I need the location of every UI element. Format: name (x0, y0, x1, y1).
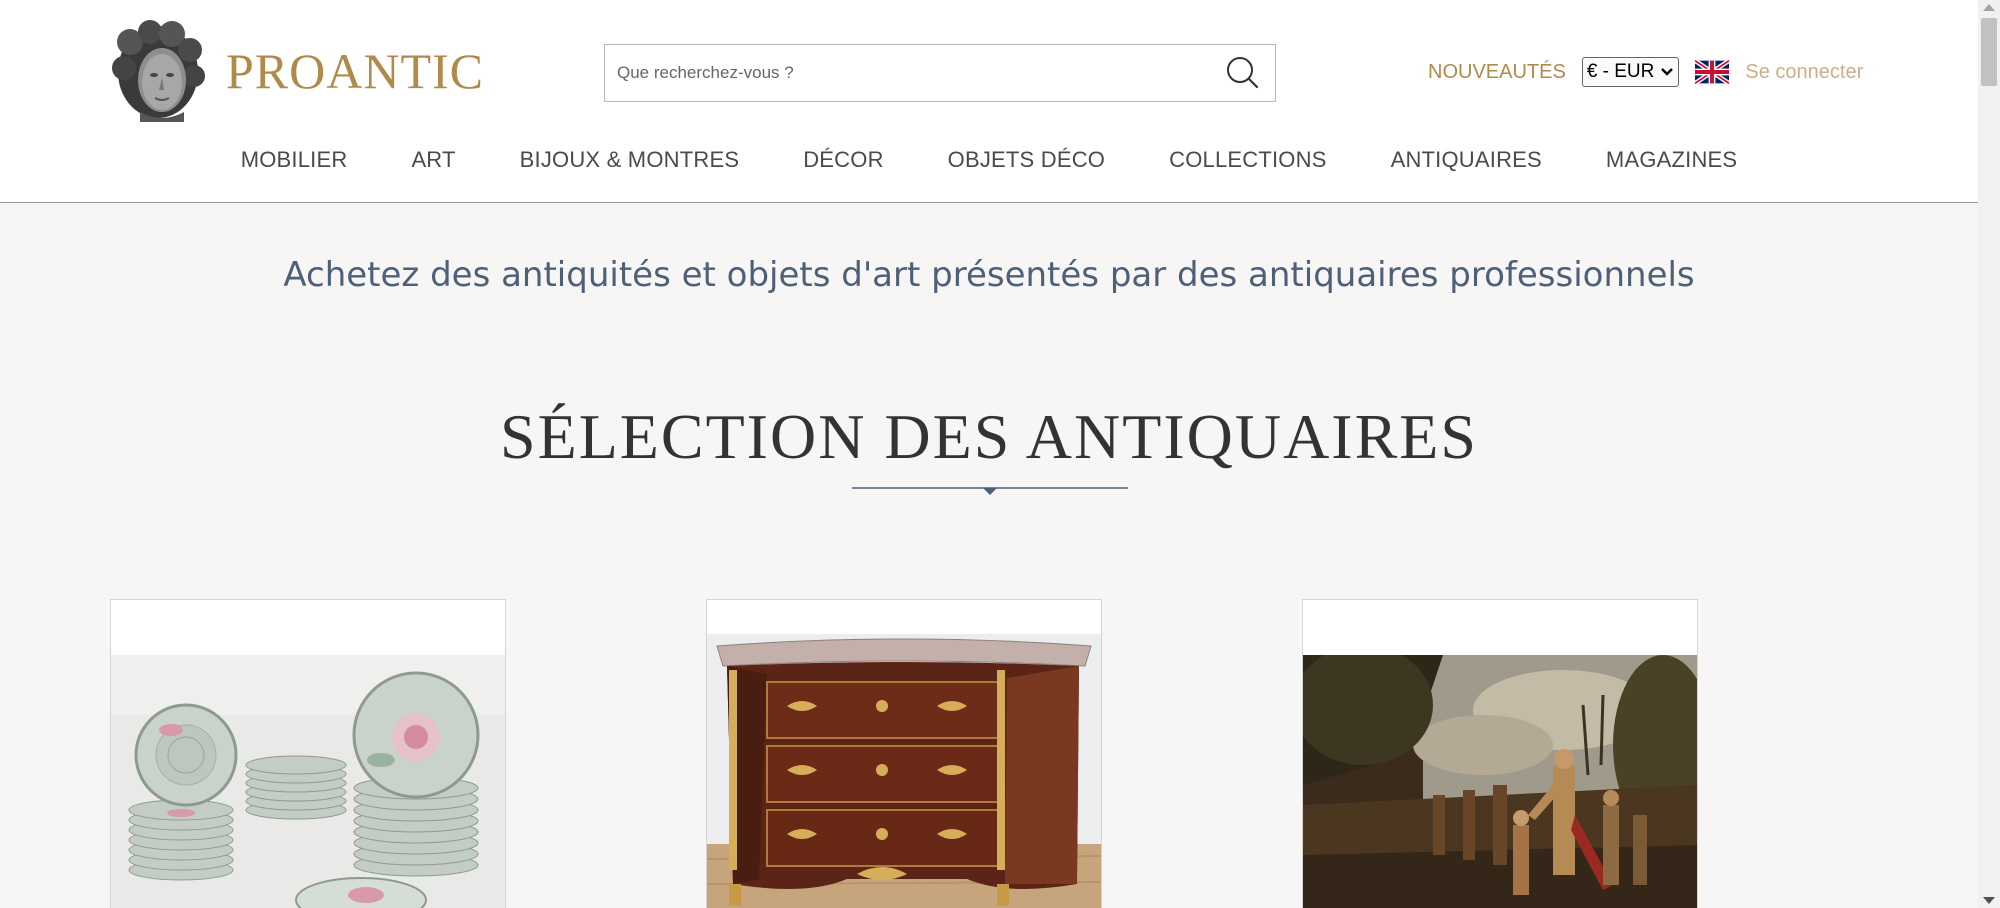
page-tagline: Achetez des antiquités et objets d'art p… (283, 255, 1695, 295)
search-button[interactable] (1219, 51, 1265, 95)
antique-bust-icon (112, 20, 205, 122)
site-header: PROANTIC NOUVEAUTÉS € - EUR Se connecter (0, 0, 1978, 203)
product-image-louis-xv-commode (707, 634, 1101, 908)
uk-flag-icon[interactable] (1695, 59, 1730, 85)
product-image-porcelain-plates (111, 655, 505, 908)
logo-text: PROANTIC (226, 43, 485, 99)
currency-value: € - EUR (1586, 61, 1655, 82)
nav-item-mobilier[interactable]: MOBILIER (241, 147, 348, 173)
nav-item-decor[interactable]: DÉCOR (803, 147, 883, 173)
nav-item-collections[interactable]: COLLECTIONS (1169, 147, 1326, 173)
search-input[interactable] (605, 45, 1205, 101)
login-link[interactable]: Se connecter (1745, 61, 1863, 84)
logo-link[interactable]: PROANTIC (110, 20, 484, 122)
search-icon (1227, 57, 1259, 89)
main-nav: MOBILIER ART BIJOUX & MONTRES DÉCOR OBJE… (0, 147, 1978, 173)
product-card[interactable] (706, 599, 1102, 908)
nouveautes-link[interactable]: NOUVEAUTÉS (1428, 61, 1566, 84)
scrollbar-thumb[interactable] (1981, 18, 1997, 86)
chevron-down-icon (1661, 68, 1674, 76)
section-title: SÉLECTION DES ANTIQUAIRES (500, 401, 1478, 472)
title-divider (852, 487, 1128, 495)
scroll-down-arrow-icon[interactable] (1983, 897, 1995, 904)
nav-item-objets-deco[interactable]: OBJETS DÉCO (948, 147, 1105, 173)
search-box (604, 44, 1276, 102)
product-image-old-master-painting (1303, 655, 1697, 908)
product-card[interactable] (1302, 599, 1698, 908)
product-card[interactable] (110, 599, 506, 908)
nav-item-antiquaires[interactable]: ANTIQUAIRES (1391, 147, 1542, 173)
nav-item-magazines[interactable]: MAGAZINES (1606, 147, 1737, 173)
nav-item-bijoux-montres[interactable]: BIJOUX & MONTRES (520, 147, 740, 173)
currency-select[interactable]: € - EUR (1581, 57, 1680, 87)
scroll-up-arrow-icon[interactable] (1983, 4, 1995, 11)
header-right-links: NOUVEAUTÉS € - EUR Se connecter (1428, 56, 1863, 88)
page-scrollbar[interactable] (1978, 0, 2000, 908)
nav-item-art[interactable]: ART (411, 147, 455, 173)
